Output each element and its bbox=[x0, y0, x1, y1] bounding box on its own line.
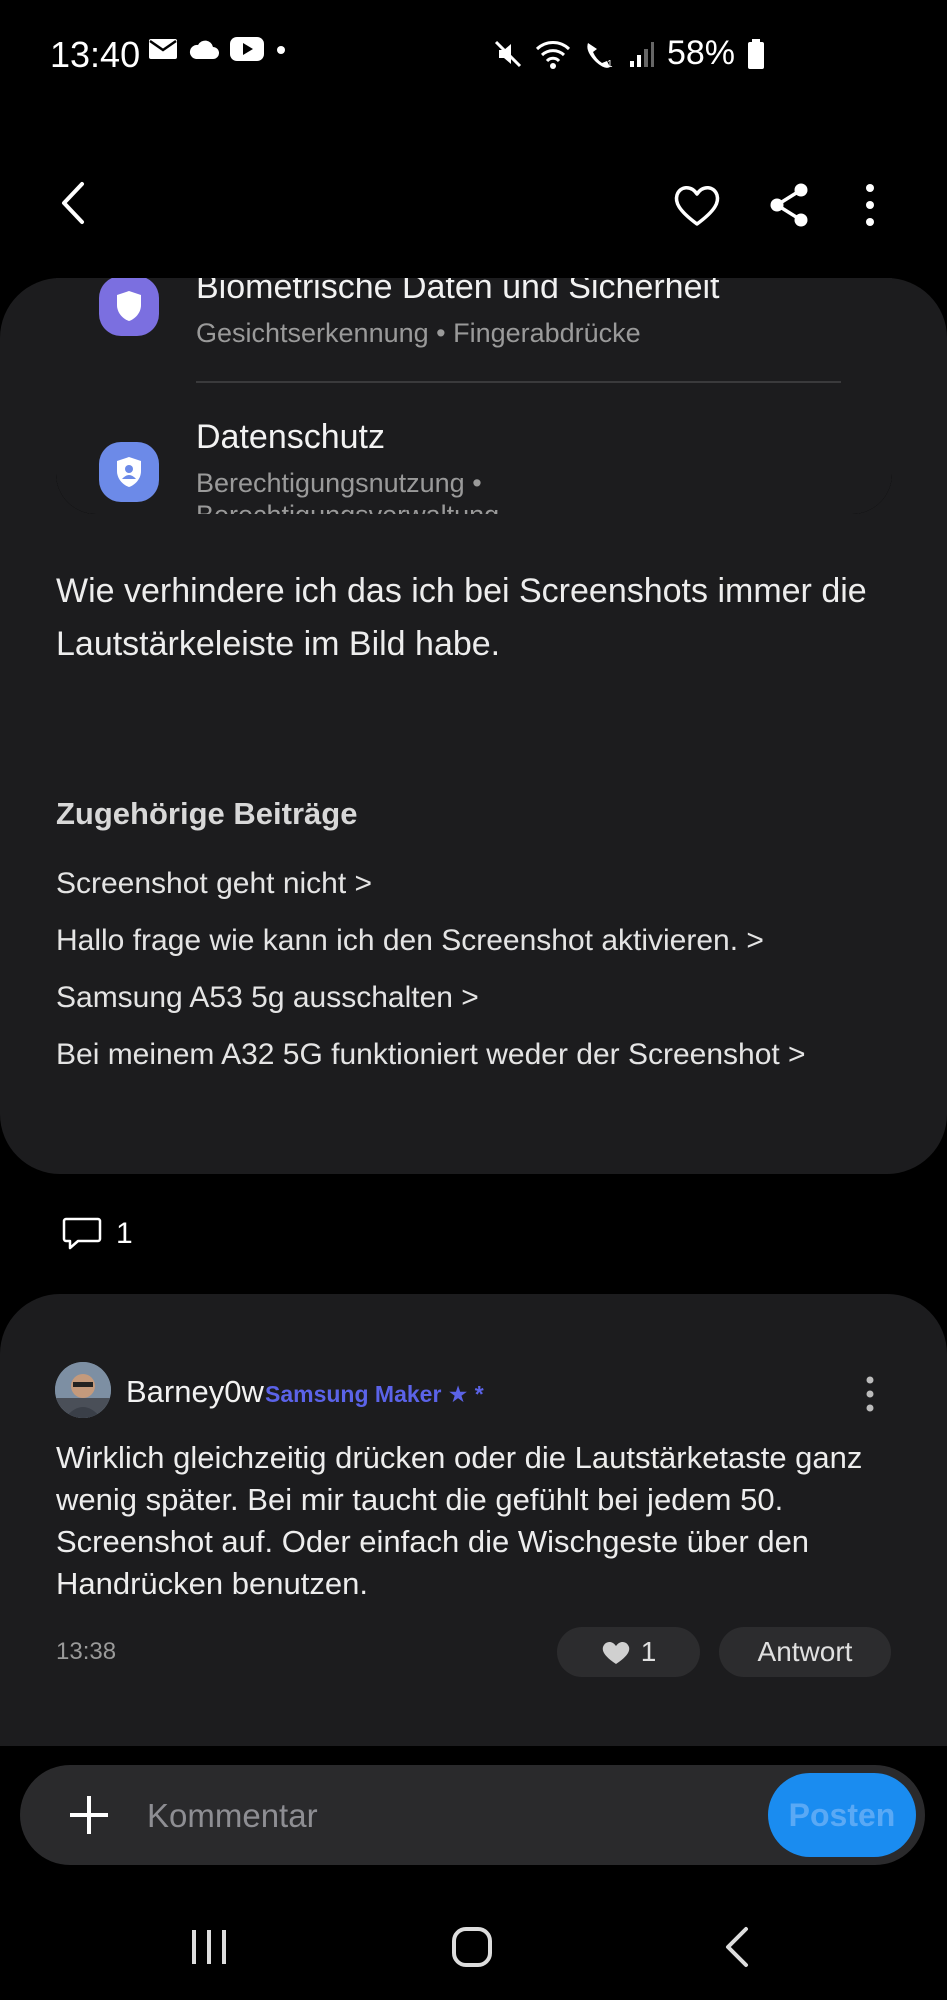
comment-icon bbox=[62, 1217, 102, 1250]
related-post-link[interactable]: Samsung A53 5g ausschalten > bbox=[56, 981, 479, 1015]
embed-item-title: Biometrische Daten und Sicherheit bbox=[196, 278, 720, 306]
avatar[interactable] bbox=[55, 1362, 111, 1418]
embedded-settings-screenshot: Biometrische Daten und Sicherheit Gesich… bbox=[56, 278, 892, 514]
battery-percent: 58% bbox=[666, 34, 735, 72]
dot-icon bbox=[277, 46, 285, 54]
heart-filled-icon bbox=[602, 1641, 629, 1664]
back-icon[interactable] bbox=[50, 178, 100, 228]
nav-back-icon[interactable] bbox=[722, 1925, 752, 1969]
user-rank-badge: Samsung Maker ★ * bbox=[265, 1381, 484, 1407]
share-icon[interactable] bbox=[765, 180, 815, 230]
more-vertical-icon[interactable] bbox=[858, 1374, 882, 1414]
more-vertical-icon[interactable] bbox=[850, 180, 890, 230]
battery-icon bbox=[748, 38, 764, 69]
comment-count[interactable]: 1 bbox=[62, 1216, 133, 1252]
embed-item-title: Datenschutz bbox=[196, 418, 385, 456]
related-post-link[interactable]: Screenshot geht nicht > bbox=[56, 867, 372, 901]
status-notification-icons bbox=[148, 36, 288, 62]
status-system-icons: 1 58% bbox=[493, 34, 765, 73]
post-body-text: Wie verhindere ich das ich bei Screensho… bbox=[56, 572, 867, 663]
related-post-link[interactable]: Bei meinem A32 5G funktioniert weder der… bbox=[56, 1038, 806, 1072]
comment-input[interactable] bbox=[145, 1788, 749, 1844]
embed-item-subtitle-cut: Berechtigungsverwaltung bbox=[196, 500, 499, 514]
related-posts-heading: Zugehörige Beiträge bbox=[56, 796, 358, 831]
youtube-icon bbox=[230, 37, 264, 61]
recents-icon[interactable] bbox=[188, 1928, 230, 1966]
status-time: 13:40 bbox=[50, 34, 141, 75]
mail-icon bbox=[149, 39, 177, 59]
embed-item-subtitle: Gesichtserkennung • Fingerabdrücke bbox=[196, 318, 641, 348]
wifi-icon bbox=[535, 40, 570, 69]
reply-text: Wirklich gleichzeitig drücken oder die L… bbox=[56, 1440, 863, 1601]
home-icon[interactable] bbox=[450, 1925, 494, 1969]
privacy-shield-icon bbox=[99, 442, 159, 502]
like-button[interactable]: 1 bbox=[557, 1627, 700, 1677]
embed-item-subtitle: Berechtigungsnutzung • bbox=[196, 468, 482, 498]
cloud-icon bbox=[189, 40, 219, 59]
wifi-call-icon: 1 bbox=[587, 42, 613, 69]
signal-icon bbox=[629, 41, 654, 67]
divider bbox=[196, 381, 841, 383]
heart-icon[interactable] bbox=[672, 180, 722, 230]
plus-icon[interactable] bbox=[66, 1790, 112, 1840]
like-count: 1 bbox=[640, 1636, 657, 1667]
related-post-link[interactable]: Hallo frage wie kann ich den Screenshot … bbox=[56, 924, 764, 958]
reply-username[interactable]: Barney0w bbox=[126, 1374, 264, 1410]
comment-count-value: 1 bbox=[116, 1217, 133, 1250]
post-button[interactable]: Posten bbox=[768, 1773, 916, 1857]
reply-button[interactable]: Antwort bbox=[719, 1627, 891, 1677]
reply-timestamp: 13:38 bbox=[56, 1638, 117, 1665]
mute-icon bbox=[494, 40, 521, 67]
shield-icon bbox=[99, 278, 159, 336]
svg-text:1: 1 bbox=[607, 59, 613, 69]
